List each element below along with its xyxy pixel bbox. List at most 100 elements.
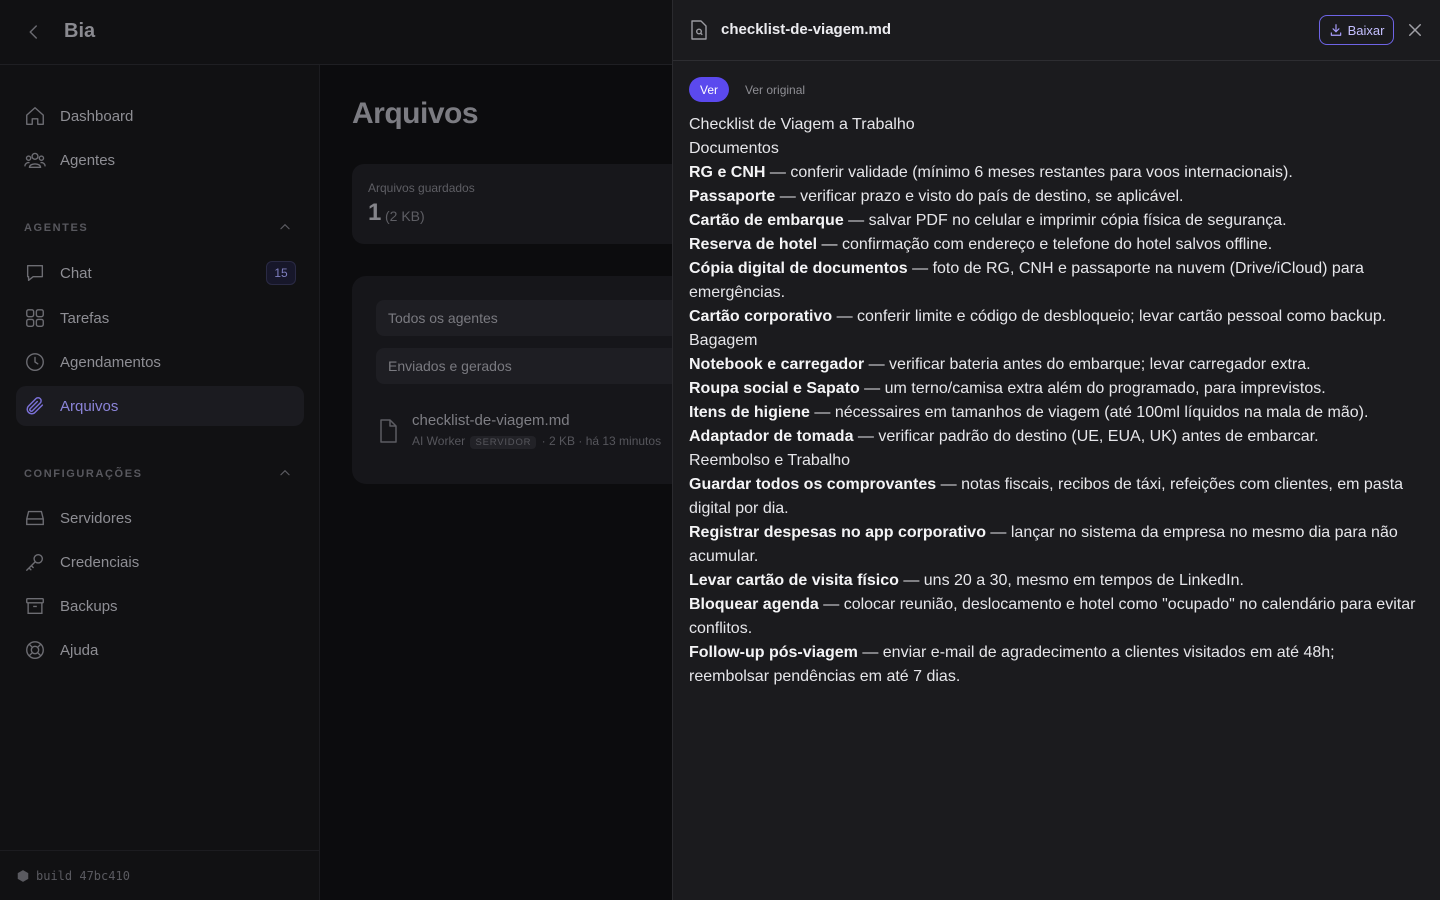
line-term: Cartão de embarque (689, 212, 844, 229)
file-preview-panel: checklist-de-viagem.md Baixar Ver Ver or… (672, 0, 1440, 900)
line-term: Guardar todos os comprovantes (689, 476, 937, 493)
sidebar-item-servidores[interactable]: Servidores (16, 498, 304, 538)
download-label: Baixar (1347, 22, 1385, 38)
line-term: Levar cartão de visita físico (689, 572, 899, 589)
app-title: Bia (64, 20, 96, 42)
line-text: — verificar padrão do destino (UE, EUA, … (853, 428, 1319, 445)
document-line: Passaporte — verificar prazo e visto do … (689, 185, 1417, 209)
sidebar-item-label: Backups (60, 597, 118, 615)
file-time: há 13 minutos (585, 434, 662, 448)
line-text: Documentos (689, 140, 779, 157)
line-text: Bagagem (689, 332, 758, 349)
sidebar-item-chat[interactable]: Chat 15 (16, 253, 304, 293)
line-term: Itens de higiene (689, 404, 810, 421)
sidebar-item-tarefas[interactable]: Tarefas (16, 298, 304, 338)
archive-icon (26, 597, 44, 615)
file-meta: AI Worker SERVIDOR · 2 KB · há 13 minuto… (412, 434, 662, 449)
line-text: — nécessaires em tamanhos de viagem (até… (809, 404, 1369, 421)
stat-size: (2 KB) (385, 208, 425, 224)
sidebar-item-credenciais[interactable]: Credenciais (16, 542, 304, 582)
document-line: Guardar todos os comprovantes — notas fi… (689, 473, 1417, 521)
file-name: checklist-de-viagem.md (412, 412, 570, 429)
server-icon (26, 510, 44, 526)
document-line: Itens de higiene — nécessaires em tamanh… (689, 401, 1417, 425)
page-title: Arquivos (352, 97, 479, 130)
document-line: Adaptador de tomada — verificar padrão d… (689, 425, 1417, 449)
chevron-up-icon[interactable] (278, 220, 292, 234)
document-line: Roupa social e Sapato — um terno/camisa … (689, 377, 1417, 401)
line-term: Cartão corporativo (689, 308, 833, 325)
document-line: Reserva de hotel — confirmação com ender… (689, 233, 1417, 257)
line-term: RG e CNH (689, 164, 766, 181)
line-text: — verificar bateria antes do embarque; l… (864, 356, 1311, 373)
chevron-up-icon[interactable] (278, 466, 292, 480)
sidebar: Dashboard Agentes AGENTES Chat 15 Tarefa… (0, 65, 320, 900)
cube-icon (17, 869, 29, 882)
document-line: Notebook e carregador — verificar bateri… (689, 353, 1417, 377)
document-content: Checklist de Viagem a Trabalho Documentos… (689, 113, 1417, 689)
line-term: Follow-up pós-viagem (689, 644, 858, 661)
tab-ver[interactable]: Ver (689, 77, 730, 102)
sidebar-item-label: Agentes (60, 151, 116, 169)
document-line: Cartão de embarque — salvar PDF no celul… (689, 209, 1417, 233)
grid-icon (26, 309, 44, 327)
document-line: Reembolso e Trabalho (689, 449, 1417, 473)
sidebar-item-agendamentos[interactable]: Agendamentos (16, 342, 304, 382)
sidebar-item-label: Servidores (60, 509, 132, 527)
line-text: Reembolso e Trabalho (689, 452, 850, 469)
document-line: Registrar despesas no app corporativo — … (689, 521, 1417, 569)
download-icon (1330, 24, 1341, 36)
document-search-icon (691, 20, 707, 40)
line-term: Reserva de hotel (689, 236, 818, 253)
back-button[interactable] (22, 20, 46, 44)
sidebar-item-arquivos[interactable]: Arquivos (16, 386, 304, 426)
panel-filename: checklist-de-viagem.md (721, 21, 892, 38)
file-size: 2 KB (549, 434, 576, 448)
sidebar-item-label: Ajuda (60, 641, 99, 659)
sidebar-item-ajuda[interactable]: Ajuda (16, 630, 304, 670)
line-text: — confirmação com endereço e telefone do… (817, 236, 1273, 253)
document-line: Follow-up pós-viagem — enviar e-mail de … (689, 641, 1417, 689)
document-line: Cartão corporativo — conferir limite e c… (689, 305, 1417, 329)
home-icon (26, 107, 44, 125)
document-line: Documentos (689, 137, 1417, 161)
sidebar-item-label: Arquivos (60, 397, 119, 415)
server-tag: SERVIDOR (470, 436, 537, 449)
line-text: — verificar prazo e visto do país de des… (775, 188, 1184, 205)
chat-icon (26, 264, 44, 282)
line-text: — salvar PDF no celular e imprimir cópia… (843, 212, 1287, 229)
line-text: — uns 20 a 30, mesmo em tempos de Linked… (898, 572, 1244, 589)
key-icon (26, 553, 44, 571)
line-text: — um terno/camisa extra além do programa… (859, 380, 1326, 397)
section-label-configuracoes: CONFIGURAÇÕES (24, 468, 143, 480)
line-term: Registrar despesas no app corporativo (689, 524, 986, 541)
file-icon (380, 419, 397, 443)
build-label: build 47bc410 (36, 868, 130, 883)
sidebar-item-label: Credenciais (60, 553, 140, 571)
line-term: Cópia digital de documentos (689, 260, 908, 277)
view-tabs: Ver Ver original (689, 77, 805, 102)
line-text: Checklist de Viagem a Trabalho (689, 116, 915, 133)
section-label-agentes: AGENTES (24, 222, 89, 234)
panel-header: checklist-de-viagem.md Baixar (673, 0, 1440, 61)
line-text: — conferir limite e código de desbloquei… (832, 308, 1387, 325)
document-line: RG e CNH — conferir validade (mínimo 6 m… (689, 161, 1417, 185)
sidebar-item-backups[interactable]: Backups (16, 586, 304, 626)
sidebar-item-label: Dashboard (60, 107, 134, 125)
line-term: Bloquear agenda (689, 596, 819, 613)
paperclip-icon (26, 397, 44, 415)
document-line: Bloquear agenda — colocar reunião, deslo… (689, 593, 1417, 641)
sidebar-item-label: Chat (60, 264, 92, 282)
document-line: Checklist de Viagem a Trabalho (689, 113, 1417, 137)
line-term: Roupa social e Sapato (689, 380, 860, 397)
tab-ver-original[interactable]: Ver original (745, 83, 805, 97)
download-button[interactable]: Baixar (1319, 15, 1394, 45)
sidebar-item-dashboard[interactable]: Dashboard (16, 96, 304, 136)
document-line: Bagagem (689, 329, 1417, 353)
chevron-left-icon (29, 25, 37, 39)
count-badge: 15 (266, 261, 296, 285)
line-term: Passaporte (689, 188, 776, 205)
sidebar-item-agentes[interactable]: Agentes (16, 140, 304, 180)
close-icon[interactable] (1406, 21, 1424, 39)
sidebar-item-label: Tarefas (60, 309, 110, 327)
